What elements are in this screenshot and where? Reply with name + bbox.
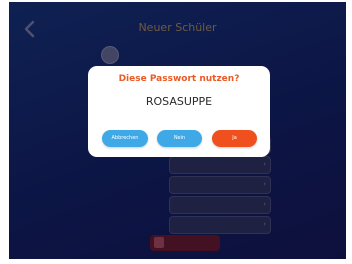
no-button[interactable]: Nein xyxy=(157,130,202,147)
suggested-password: ROSASUPPE xyxy=(145,95,213,108)
dialog-title: Diese Passwort nutzen? xyxy=(118,74,240,84)
yes-button[interactable]: Ja xyxy=(212,130,257,147)
cancel-button[interactable]: Abbrechen xyxy=(102,130,148,147)
